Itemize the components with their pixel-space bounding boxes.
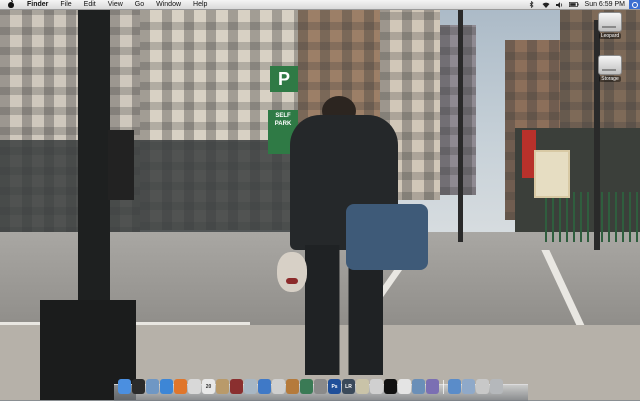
menu-window[interactable]: Window [150, 0, 187, 9]
dock-item-text-editor[interactable] [356, 379, 369, 394]
dock-item-address-book[interactable] [216, 379, 229, 394]
dock-item-network-tool[interactable] [412, 379, 425, 394]
hard-drive-icon [598, 55, 622, 75]
menu-go[interactable]: Go [129, 0, 150, 9]
desktop-icon-label: Storage [599, 76, 621, 82]
dock-item-mail[interactable] [146, 379, 159, 394]
dock-item-itunes[interactable] [258, 379, 271, 394]
dock-item-system-preferences[interactable] [314, 379, 327, 394]
dock-item-ical[interactable]: 20 [202, 379, 215, 394]
dock-item-trash[interactable] [490, 379, 503, 394]
dock-item-preview[interactable] [286, 379, 299, 394]
desktop-icon-storage[interactable]: Storage [595, 55, 625, 82]
wifi-icon[interactable] [541, 1, 551, 8]
dock-item-applications-stack[interactable] [448, 379, 461, 394]
dock-item-finder[interactable] [118, 379, 131, 394]
shopfront [0, 140, 300, 235]
dock-items: 20 Ps LR [118, 379, 503, 394]
dock-item-iphoto[interactable] [244, 379, 257, 394]
battery-icon[interactable] [568, 1, 579, 8]
dock-item-dashboard[interactable] [132, 379, 145, 394]
dock-item-time-machine[interactable] [300, 379, 313, 394]
photoshop-icon: Ps [331, 383, 338, 390]
status-area: Sun 6:59 PM [525, 0, 640, 9]
menu-bar: Finder File Edit View Go Window Help Sun… [0, 0, 640, 10]
spotlight-icon[interactable] [629, 0, 640, 9]
clown-mask [277, 252, 307, 292]
pedestrian-signal [108, 130, 134, 200]
desktop-icon-label: Leopard [598, 33, 622, 39]
dock-item-ichat[interactable] [188, 379, 201, 394]
parking-sign: P [270, 66, 298, 92]
bluetooth-icon[interactable] [527, 1, 537, 8]
street-lamp [458, 10, 463, 242]
fence [545, 192, 640, 242]
apple-icon[interactable] [8, 0, 14, 8]
duffel-bag [346, 204, 428, 270]
desktop-wallpaper: P SELF PARK [0, 0, 640, 400]
menu-edit[interactable]: Edit [78, 0, 102, 9]
dock-item-photoshop[interactable]: Ps [328, 379, 341, 394]
lightroom-icon: LR [345, 383, 352, 390]
dock-item-downloads-stack[interactable] [476, 379, 489, 394]
dock-separator [443, 380, 444, 394]
dock-item-terminal[interactable] [384, 379, 397, 394]
dock-item-safari[interactable] [160, 379, 173, 394]
dock: 20 Ps LR [114, 378, 528, 401]
dock-item-activity-monitor[interactable] [398, 379, 411, 394]
dock-item-photo-booth[interactable] [230, 379, 243, 394]
billboard [534, 150, 570, 198]
menu-app-name[interactable]: Finder [21, 0, 54, 9]
traffic-pole [78, 0, 110, 330]
dock-item-lightroom[interactable]: LR [342, 379, 355, 394]
menu-view[interactable]: View [102, 0, 129, 9]
desktop-icon-leopard[interactable]: Leopard [595, 12, 625, 39]
hard-drive-icon [598, 12, 622, 32]
dock-item-itunes-store[interactable] [272, 379, 285, 394]
dock-item-utility[interactable] [370, 379, 383, 394]
dock-item-documents-stack[interactable] [462, 379, 475, 394]
dock-item-misc-app[interactable] [426, 379, 439, 394]
dock-item-firefox[interactable] [174, 379, 187, 394]
menubar-clock[interactable]: Sun 6:59 PM [581, 0, 629, 9]
volume-icon[interactable] [555, 1, 565, 8]
menu-file[interactable]: File [54, 0, 77, 9]
calendar-icon: 20 [205, 383, 212, 390]
menu-help[interactable]: Help [187, 0, 213, 9]
